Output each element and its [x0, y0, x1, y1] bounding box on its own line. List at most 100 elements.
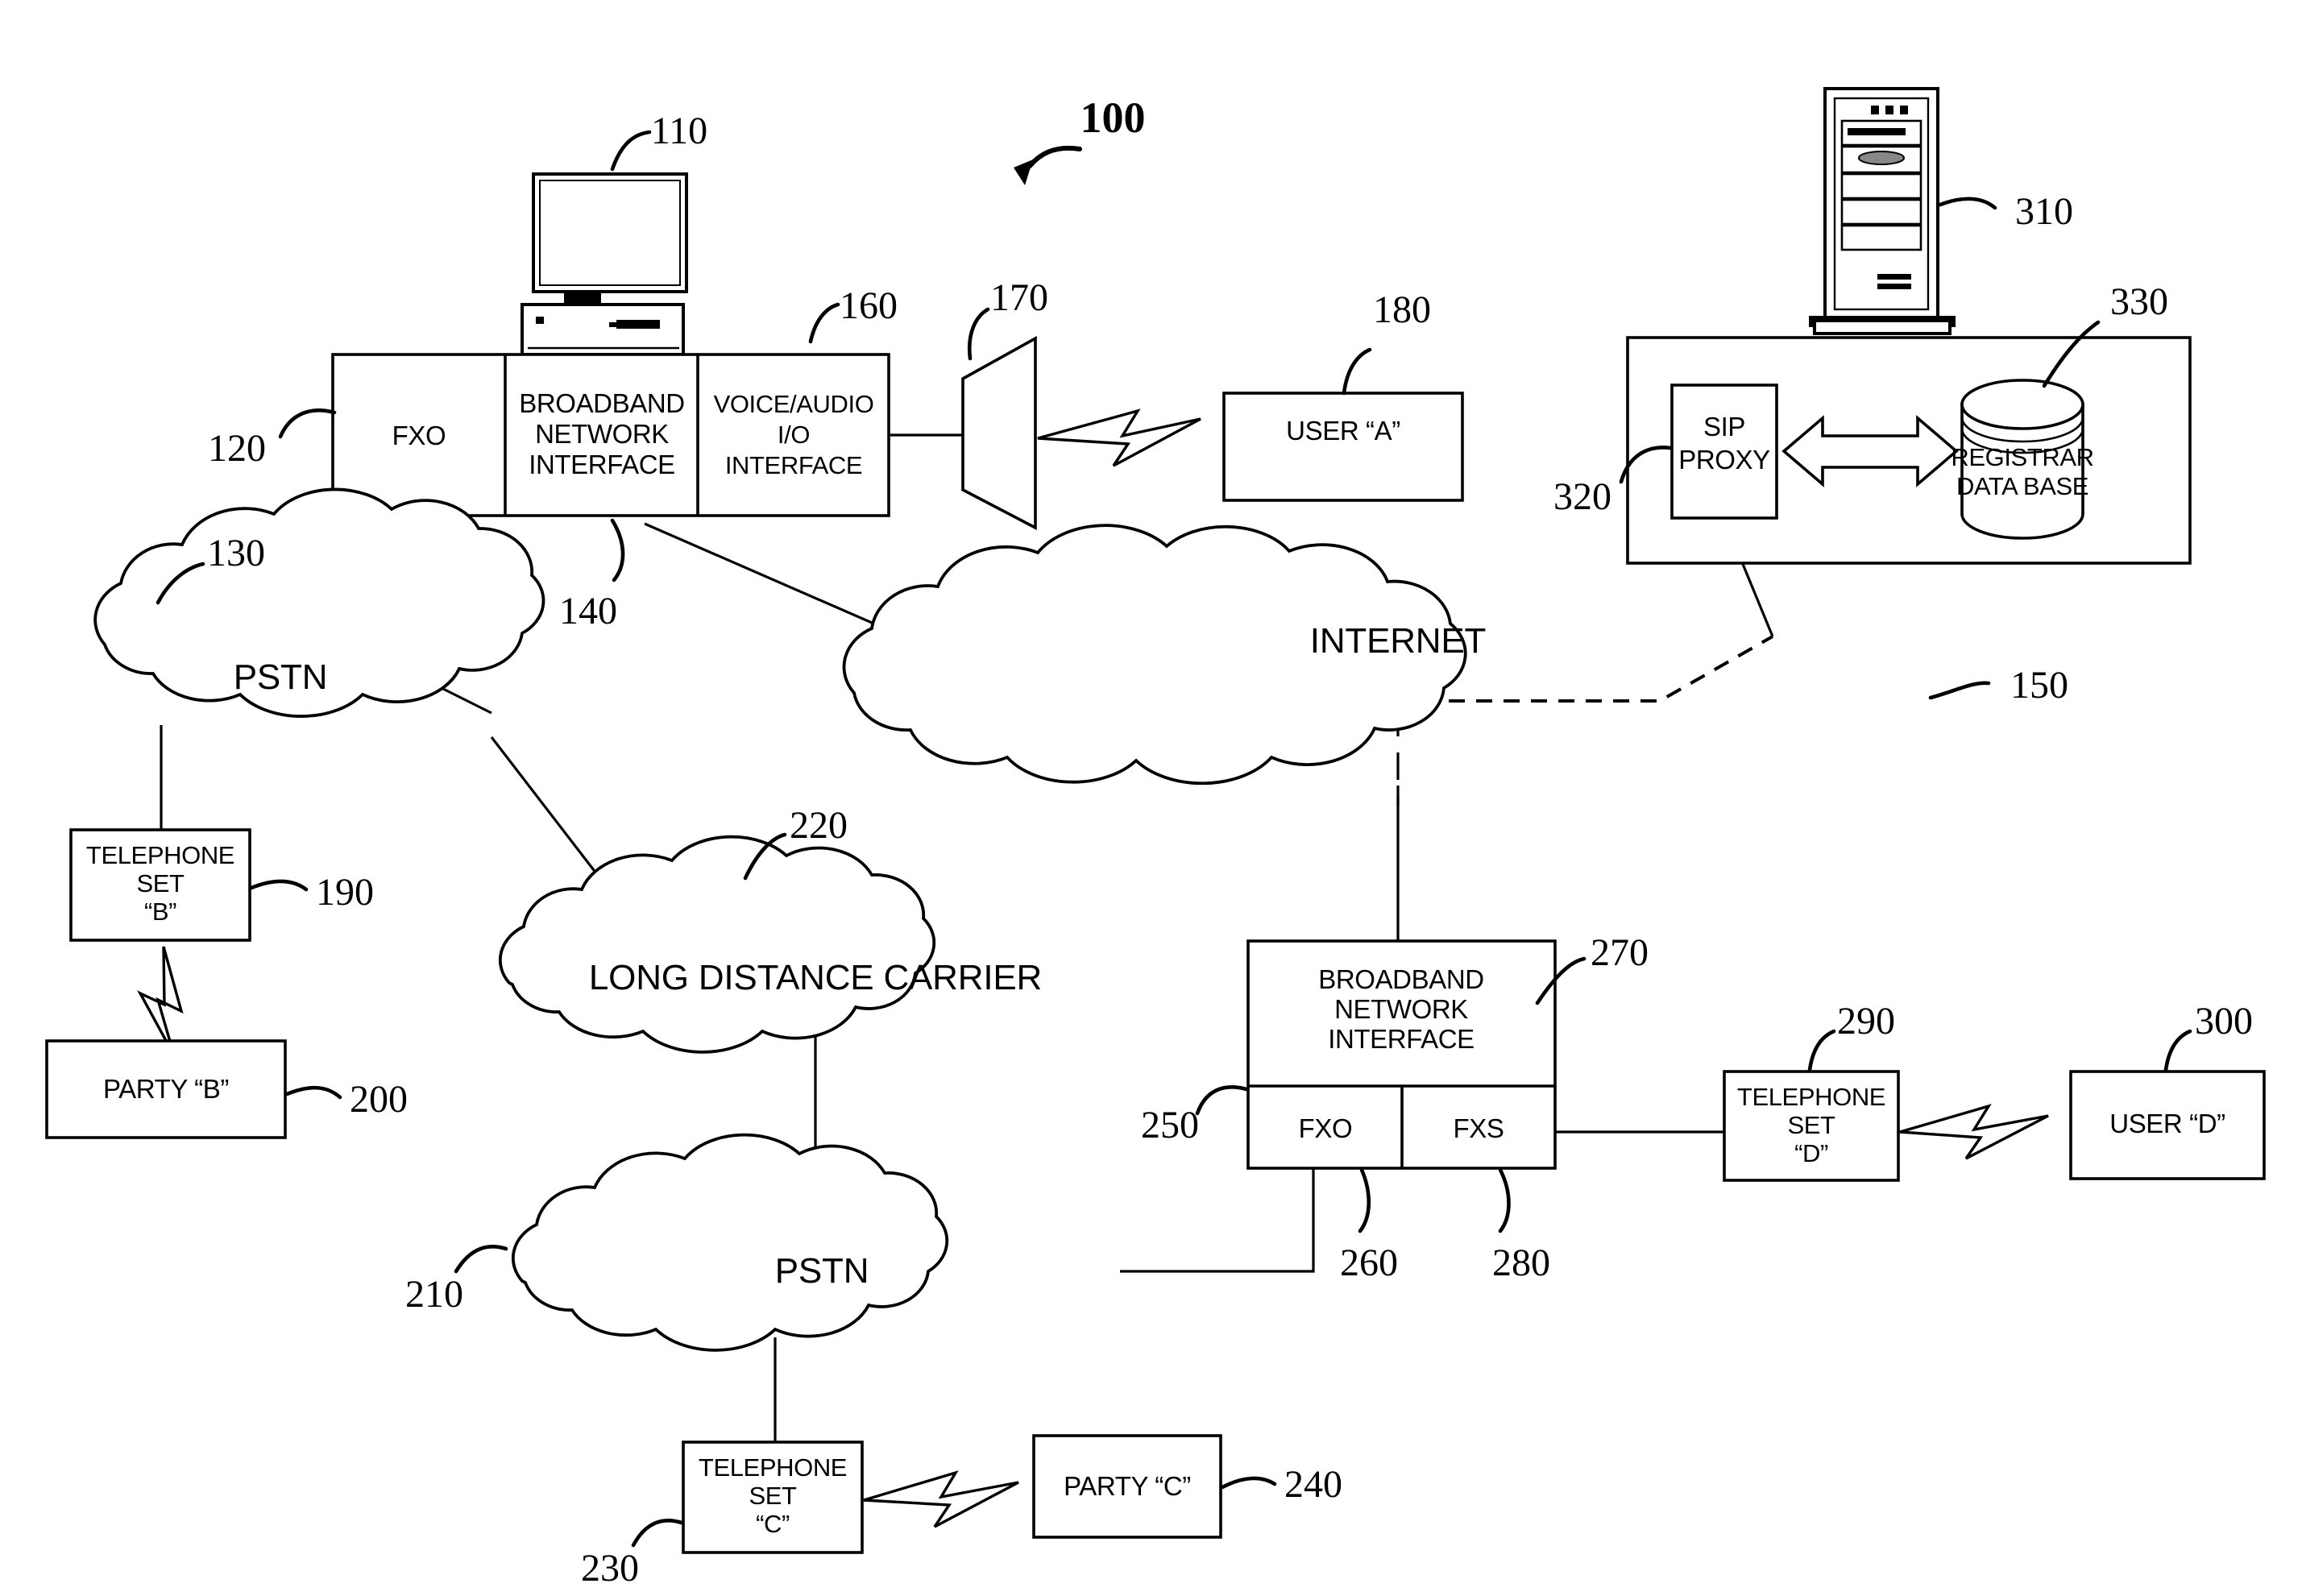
telephone-d-label-2: SET	[1787, 1111, 1835, 1139]
user-a-label: USER “A”	[1286, 416, 1400, 446]
lightning-bolt-icon	[863, 1470, 1019, 1528]
ref-270: 270	[1591, 931, 1649, 974]
ref-140: 140	[559, 590, 617, 632]
lightning-bolt-icon	[137, 946, 184, 1056]
ref-330: 330	[2110, 280, 2168, 323]
pstn-top-label: PSTN	[234, 657, 328, 697]
local-device-box-row: FXO BROADBAND NETWORK INTERFACE VOICE/AU…	[331, 353, 890, 517]
telephone-set-d-box: TELEPHONE SET “D”	[1723, 1070, 1900, 1182]
server-bay-4	[1840, 198, 1922, 226]
ref-190: 190	[316, 871, 374, 914]
server-bay-1-slot	[1848, 128, 1906, 135]
ref-110: 110	[651, 110, 707, 152]
server-bay-5	[1840, 224, 1922, 251]
sip-proxy-box: SIP PROXY	[1670, 383, 1778, 520]
ref-260: 260	[1340, 1242, 1398, 1284]
server-led-1	[1871, 106, 1879, 114]
db-top-ellipse	[1960, 379, 2084, 430]
ref-310: 310	[2015, 190, 2073, 233]
bolt-speaker-to-user-a	[1037, 408, 1201, 467]
floppy-drive-slot	[616, 320, 660, 329]
monitor-stand	[564, 292, 601, 305]
ref-150: 150	[2010, 664, 2068, 707]
server-base-plate	[1813, 319, 1952, 335]
telephone-b-label-1: TELEPHONE	[86, 841, 234, 869]
lightning-bolt-icon	[1037, 408, 1201, 467]
leader-280	[1498, 1167, 1511, 1233]
sip-proxy-label-2: PROXY	[1678, 445, 1770, 475]
leader-310	[1938, 197, 1997, 210]
leader-230	[631, 1519, 684, 1548]
server-led-2	[1885, 106, 1893, 114]
internet-cloud: INTERNET	[842, 524, 1486, 786]
telephone-b-label-2: SET	[136, 869, 185, 897]
telephone-d-label-1: TELEPHONE	[1737, 1083, 1885, 1111]
network-diagram-canvas: FXO BROADBAND NETWORK INTERFACE VOICE/AU…	[45, 87, 2266, 1590]
ref-230: 230	[581, 1547, 639, 1590]
ref-160: 160	[840, 284, 898, 327]
leader-190	[249, 879, 309, 892]
arrowhead-100	[1014, 160, 1033, 185]
long-distance-carrier-cloud: LONG DISTANCE CARRIER	[498, 835, 1042, 1054]
remote-device-box: BROADBAND NETWORK INTERFACE FXO FXS	[1246, 939, 1557, 1170]
leader-150	[1928, 681, 1991, 700]
telephone-c-label-3: “C”	[756, 1510, 790, 1538]
bolt-telephone-d-to-user-d	[1899, 1104, 2049, 1160]
telephone-c-label-2: SET	[749, 1482, 797, 1510]
server-label-1	[1877, 274, 1911, 280]
ldc-label: LONG DISTANCE CARRIER	[589, 958, 1042, 997]
internet-label: INTERNET	[1310, 621, 1486, 661]
party-b-label: PARTY “B”	[103, 1074, 229, 1104]
fxo-local-label: FXO	[392, 421, 446, 450]
broadband-remote-label-1: BROADBAND	[1318, 964, 1483, 994]
voice-audio-label-1: VOICE/AUDIO	[714, 390, 874, 418]
telephone-d-label-3: “D”	[1794, 1139, 1828, 1167]
leader-100	[1027, 145, 1082, 168]
ref-300: 300	[2195, 1000, 2253, 1043]
telephone-set-c-box: TELEPHONE SET “C”	[682, 1441, 864, 1554]
registrar-db-label-2: DATA BASE	[1956, 472, 2088, 500]
ldc-outline	[498, 835, 936, 1054]
monitor-screen	[539, 180, 681, 286]
patent-figure: FXO BROADBAND NETWORK INTERFACE VOICE/AU…	[0, 0, 2302, 1596]
ref-130: 130	[207, 532, 265, 574]
leader-120	[278, 408, 337, 439]
user-a-box: USER “A”	[1222, 392, 1464, 502]
server-bay-3	[1840, 172, 1922, 200]
leader-170	[967, 307, 990, 361]
ref-170: 170	[990, 276, 1048, 319]
ref-320: 320	[1553, 475, 1611, 518]
server-led-3	[1900, 106, 1908, 114]
case-led	[536, 317, 544, 324]
server-label-2	[1877, 284, 1911, 289]
leader-110	[610, 130, 652, 172]
ref-250: 250	[1141, 1104, 1199, 1146]
pstn-top-cloud: PSTN	[93, 487, 545, 718]
broadband-local-label-1: BROADBAND	[519, 388, 684, 418]
pstn-bottom-cloud: PSTN	[511, 1133, 949, 1352]
leader-210	[454, 1245, 508, 1274]
ref-290: 290	[1837, 1000, 1895, 1043]
leader-200	[284, 1085, 342, 1100]
link-pstn-bottom-to-fxo-remote	[1120, 1168, 1315, 1273]
party-c-box: PARTY “C”	[1032, 1434, 1222, 1539]
fxs-remote-label: FXS	[1454, 1113, 1504, 1143]
party-b-box: PARTY “B”	[45, 1039, 287, 1139]
bolt-telephone-c-to-party-c	[863, 1470, 1019, 1528]
ref-220: 220	[790, 804, 848, 847]
pstn-bottom-label: PSTN	[775, 1251, 869, 1291]
registrar-database-cylinder: REGISTRAR DATA BASE	[1951, 379, 2094, 540]
ref-280: 280	[1492, 1242, 1550, 1284]
ref-240: 240	[1284, 1463, 1342, 1506]
server-tower	[1809, 87, 1956, 335]
broadband-remote-label-2: NETWORK	[1334, 994, 1468, 1024]
leader-140	[610, 518, 625, 582]
voice-audio-label-3: INTERFACE	[725, 451, 862, 479]
ref-200: 200	[350, 1078, 408, 1121]
speaker-shape	[961, 335, 1037, 530]
leader-260	[1358, 1167, 1371, 1233]
user-a-outline	[1222, 392, 1464, 502]
user-d-label: USER “D”	[2109, 1109, 2225, 1138]
sip-proxy-label-1: SIP	[1703, 412, 1745, 441]
ref-210: 210	[405, 1273, 463, 1316]
